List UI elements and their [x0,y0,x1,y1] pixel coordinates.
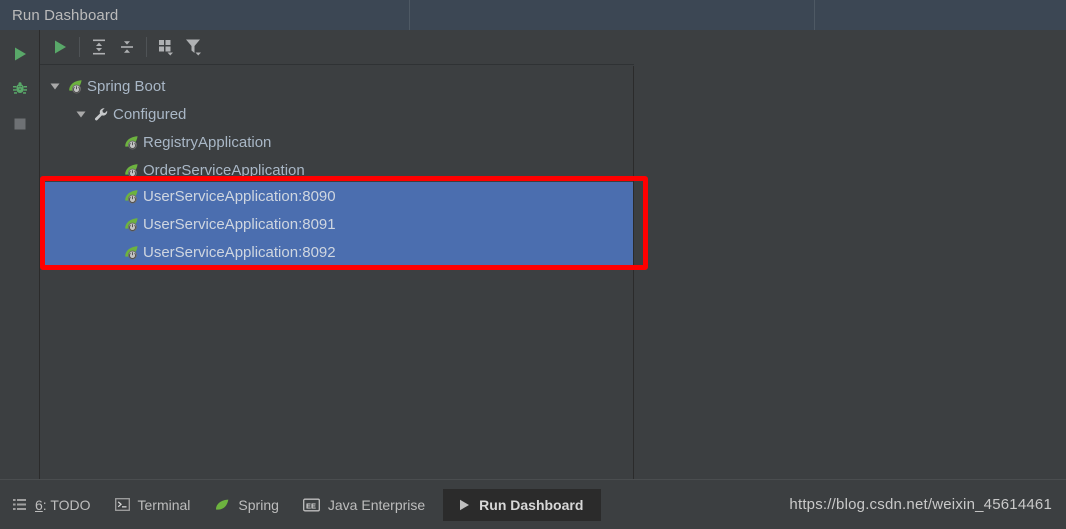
status-item-java-enterprise[interactable]: EE Java Enterprise [291,490,437,520]
tree-node-userserviceapplication-8091[interactable]: UserServiceApplication:8091 [40,210,633,238]
dashboard-toolbar [40,30,634,65]
status-item-label: Java Enterprise [327,496,426,513]
terminal-icon [114,497,130,512]
spring-boot-icon [122,161,141,180]
status-item-run-dashboard[interactable]: Run Dashboard [443,488,602,521]
todo-list-icon [12,497,27,512]
spring-boot-icon [122,243,141,262]
header-cell-right [814,0,1066,30]
tree-node-userserviceapplication-8092[interactable]: UserServiceApplication:8092 [40,238,633,266]
idea-run-dashboard-window: Run Dashboard Spring Boot Configured Reg… [0,0,1066,529]
spring-boot-icon [66,77,85,96]
tree-node-label: Spring Boot [87,77,166,95]
spring-leaf-icon [214,497,230,513]
status-item-name: : TODO [42,496,91,513]
run-dashboard-tree[interactable]: Spring Boot Configured RegistryApplicati… [40,66,634,479]
status-item-label: 6: TODO [35,497,91,513]
chevron-down-icon[interactable] [74,107,88,121]
run-icon [51,38,69,56]
page-title: Run Dashboard [12,6,119,24]
toolbar-expand-all-button[interactable] [85,33,113,61]
run-dashboard-detail-pane [635,30,1066,479]
filter-icon [183,36,205,58]
bottom-tool-window-bar: 6: TODO Terminal Spring EE Java Enterpri… [0,479,1066,529]
tree-node-orderserviceapplication[interactable]: OrderServiceApplication [40,156,633,184]
group-by-icon [155,36,177,58]
spring-boot-icon [122,215,141,234]
chevron-down-icon[interactable] [48,79,62,93]
java-enterprise-icon: EE [302,498,320,512]
tree-node-label: UserServiceApplication:8090 [143,187,336,205]
header-cell-title: Run Dashboard [0,0,409,30]
toolbar-group-by-button[interactable] [152,33,180,61]
tree-node-registryapplication[interactable]: RegistryApplication [40,128,633,156]
toolbar-run-button[interactable] [46,33,74,61]
tree-node-spring-boot[interactable]: Spring Boot [40,72,633,100]
status-item-spring[interactable]: Spring [202,490,290,520]
tree-node-label: RegistryApplication [143,133,272,151]
tree-node-label: OrderServiceApplication [143,161,305,179]
rail-run-button[interactable] [0,36,40,71]
tree-node-userserviceapplication-8090[interactable]: UserServiceApplication:8090 [40,182,633,210]
status-item-terminal[interactable]: Terminal [103,490,203,520]
rail-debug-button[interactable] [0,71,40,106]
wrench-icon [92,105,111,124]
toolbar-filter-button[interactable] [180,33,208,61]
status-item-key: 6 [35,496,43,513]
tree-selected-rows[interactable]: UserServiceApplication:8090 UserServiceA… [40,182,633,266]
status-item-todo[interactable]: 6: TODO [0,490,103,520]
tree-node-label: UserServiceApplication:8091 [143,215,336,233]
rail-stop-button[interactable] [0,106,40,141]
toolbar-divider [79,37,80,57]
run-icon [457,498,471,512]
status-item-label: Spring [238,496,279,513]
tree-node-label: Configured [113,105,187,123]
spring-boot-icon [122,133,141,152]
svg-text:EE: EE [306,501,316,510]
watermark-url: https://blog.csdn.net/weixin_45614461 [789,496,1052,513]
tree-node-configured[interactable]: Configured [40,100,633,128]
stop-icon [12,116,28,132]
toolbar-divider-2 [146,37,147,57]
collapse-all-icon [117,37,137,57]
toolbar-collapse-all-button[interactable] [113,33,141,61]
tree-node-label: UserServiceApplication:8092 [143,243,336,261]
header-cell-middle [409,0,814,30]
left-action-rail [0,30,40,479]
window-header-bar: Run Dashboard [0,0,1066,30]
debug-icon [11,80,29,98]
expand-all-icon [89,37,109,57]
run-icon [11,45,29,63]
status-item-label: Run Dashboard [479,496,584,513]
spring-boot-icon [122,187,141,206]
status-item-label: Terminal [137,496,191,513]
